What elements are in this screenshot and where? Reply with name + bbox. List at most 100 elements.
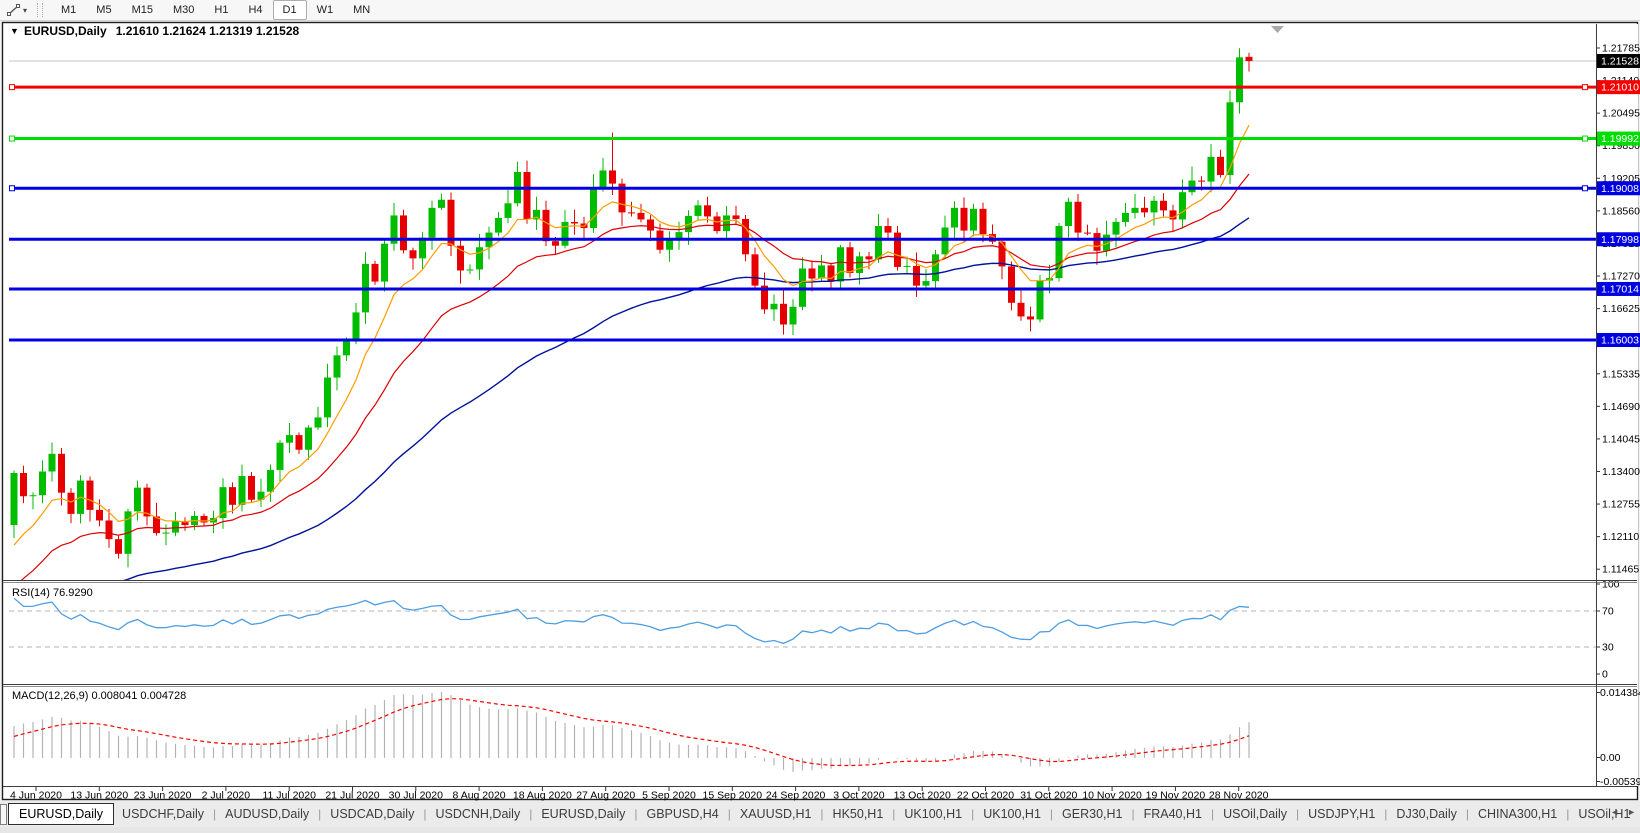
candle [429,208,436,238]
tab-stub [0,804,7,825]
window-tab-usdjpy-h1[interactable]: USDJPY,H1 [1300,804,1383,824]
candle [942,228,949,255]
line-handle[interactable] [10,186,15,191]
candle [866,256,873,259]
window-tab-audusd-daily[interactable]: AUDUSD,Daily [217,804,317,824]
macd-scale-label: 0.014384 [1600,687,1640,699]
line-handle[interactable] [10,136,15,141]
candle [467,269,474,270]
price-tick-label: 1.12110 [1602,531,1639,543]
date-label: 3 Oct 2020 [833,790,885,802]
window-tab-uk100-h1[interactable]: UK100,H1 [896,804,970,824]
candle [818,265,825,278]
window-tab-usdcad-daily[interactable]: USDCAD,Daily [322,804,422,824]
candle [562,222,569,246]
candle [49,454,56,472]
window-tab-china300-h1[interactable]: CHINA300,H1 [1470,804,1565,824]
date-label: 8 Aug 2020 [453,790,506,802]
date-label: 21 Jul 2020 [325,790,379,802]
date-label: 5 Sep 2020 [642,790,696,802]
chart-title: EURUSD,Daily1.21610 1.21624 1.21319 1.21… [24,24,300,38]
window-tab-xauusd-h1[interactable]: XAUUSD,H1 [732,804,820,824]
candle [1113,222,1120,235]
date-label: 22 Oct 2020 [957,790,1014,802]
candle [628,212,635,213]
date-label: 19 Nov 2020 [1146,790,1206,802]
window-tab-gbpusd-h4[interactable]: GBPUSD,H4 [639,804,727,824]
candle [324,378,331,418]
window-tab-usdcnh-daily[interactable]: USDCNH,Daily [427,804,528,824]
candle [1141,208,1148,213]
window-tab-ger30-h1[interactable]: GER30,H1 [1054,804,1130,824]
candle [571,222,578,224]
candle [305,428,312,450]
candle [837,247,844,281]
rsi-label: RSI(14) 76.9290 [12,587,93,599]
candle [286,435,293,443]
line-handle[interactable] [1583,186,1588,191]
rsi-scale-label: 30 [1602,642,1614,654]
candle [609,170,616,183]
line-handle[interactable] [1583,85,1588,90]
price-badge-label: 1.19992 [1601,133,1639,145]
candle [96,510,103,521]
candle [1208,157,1215,182]
window-tab-eurusd-daily[interactable]: EURUSD,Daily [533,804,633,824]
price-tick-label: 1.15335 [1602,368,1640,380]
line-handle[interactable] [1583,136,1588,141]
chart-window: 1.217851.211401.204951.198501.192051.185… [0,0,1640,801]
price-badge-label: 1.17014 [1601,283,1639,295]
window-tab-dj30-daily[interactable]: DJ30,Daily [1388,804,1464,824]
date-label: 27 Aug 2020 [576,790,635,802]
candle [780,304,787,325]
candle [172,521,179,533]
candle [476,247,483,269]
rsi-scale-label: 70 [1602,606,1614,618]
candle [1018,303,1025,317]
candle [1179,192,1186,219]
candle [438,200,445,208]
date-label: 30 Jul 2020 [389,790,443,802]
candle [296,435,303,450]
candle [11,473,18,525]
window-tab-fra40-h1[interactable]: FRA40,H1 [1136,804,1210,824]
candle [1094,233,1101,251]
candle [315,417,322,427]
window-tab-usdchf-daily[interactable]: USDCHF,Daily [114,804,212,824]
candle [410,250,417,258]
tab-scroll-left-icon[interactable]: ◄ [1610,807,1619,817]
price-badge-label: 1.16003 [1601,335,1639,347]
date-label: 31 Oct 2020 [1020,790,1077,802]
window-tab-hk50-h1[interactable]: HK50,H1 [825,804,892,824]
date-label: 15 Sep 2020 [703,790,763,802]
candle [372,264,379,282]
date-label: 11 Jul 2020 [262,790,316,802]
tab-scroll-right-icon[interactable]: ► [1627,807,1636,817]
candle [163,533,170,534]
candle [647,219,654,230]
candle [277,443,284,470]
candle [809,268,816,278]
window-tab-eurusd-daily[interactable]: EURUSD,Daily [8,803,114,825]
date-label: 2 Jul 2020 [202,790,251,802]
candle [1189,181,1196,193]
candle [39,471,46,495]
candle [58,454,65,493]
candle [923,281,930,286]
candle [742,219,749,254]
window-tab-usoil-daily[interactable]: USOil,Daily [1215,804,1295,824]
date-label: 23 Jun 2020 [134,790,192,802]
chart-menu-arrow-icon[interactable]: ▼ [10,26,19,36]
candle [134,488,141,512]
line-handle[interactable] [10,85,15,90]
price-badge-label: 1.21010 [1601,82,1639,94]
candle [1122,213,1129,222]
window-tabs: EURUSD,DailyUSDCHF,Daily|AUDUSD,Daily|US… [8,803,1638,825]
date-label: 28 Nov 2020 [1209,790,1269,802]
candle [856,256,863,273]
window-tab-uk100-h1[interactable]: UK100,H1 [975,804,1049,824]
candle [733,215,740,219]
price-badge-label: 1.21528 [1601,55,1639,67]
candle [970,209,977,231]
candle [913,266,920,286]
